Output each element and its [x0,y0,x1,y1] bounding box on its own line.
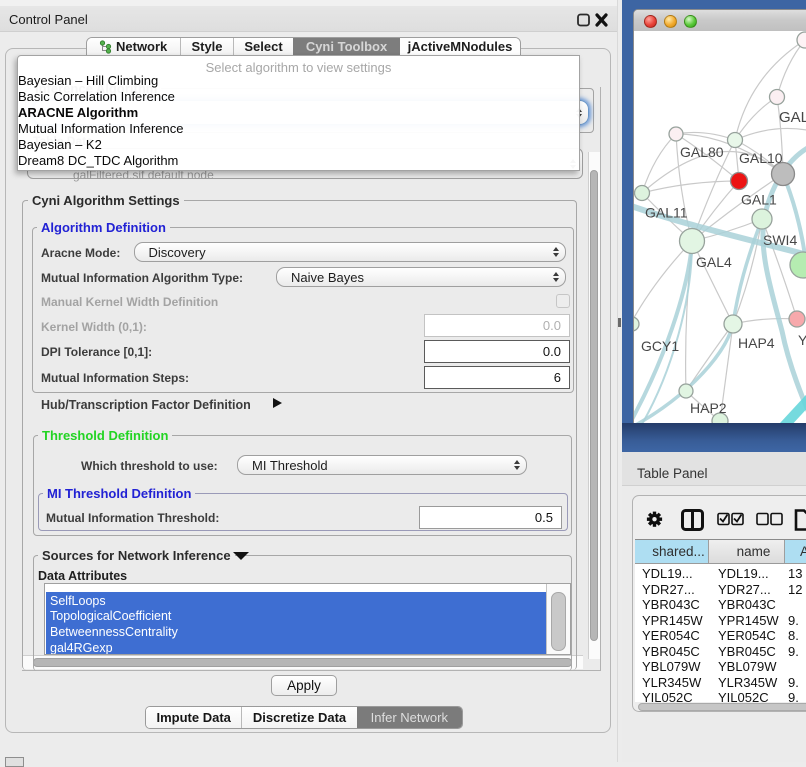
svg-text:SWI4: SWI4 [763,232,797,248]
svg-text:HAP2: HAP2 [690,400,727,416]
svg-text:HAP4: HAP4 [738,335,775,351]
svg-text:GAL4: GAL4 [696,254,732,270]
svg-text:GAL11: GAL11 [645,205,688,221]
svg-text:GAL1: GAL1 [741,192,777,208]
svg-text:Y: Y [798,332,806,348]
svg-text:GCY1: GCY1 [641,338,679,354]
svg-text:GAL10: GAL10 [739,150,783,166]
svg-text:GAL80: GAL80 [680,144,724,160]
svg-text:GAL7: GAL7 [779,109,806,126]
